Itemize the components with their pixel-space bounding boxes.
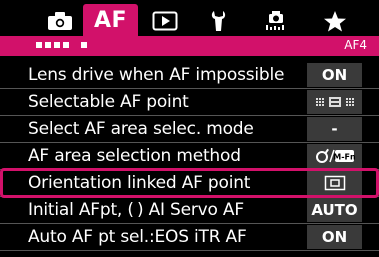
tab-my-menu[interactable] (317, 8, 353, 34)
menu-item-value (307, 171, 362, 195)
menu-item-label: Lens drive when AF impossible (28, 65, 285, 85)
custom-functions-icon (266, 11, 284, 30)
m-fn-button-icon: M-Fn (315, 148, 355, 163)
tab-custom-functions[interactable] (258, 8, 294, 34)
page-dots (36, 42, 87, 48)
menu-item-value: ON (307, 63, 362, 87)
menu-item-value: ON (307, 225, 362, 249)
page-dot (81, 42, 87, 48)
menu-item-value: M-Fn (307, 144, 362, 168)
menu-item-orientation-linked-af-point[interactable]: Orientation linked AF point (0, 168, 379, 198)
menu-item-auto-af-pt-sel[interactable]: Auto AF pt sel.:EOS iTR AF ON (0, 224, 379, 251)
menu-item-selectable-af-point[interactable]: Selectable AF point (0, 89, 379, 116)
page-dot (45, 42, 51, 48)
menu-item-label: Orientation linked AF point (28, 173, 251, 193)
page-dot-current (72, 42, 78, 48)
menu-item-select-af-area-mode[interactable]: Select AF area selec. mode - (0, 116, 379, 143)
menu-item-label: Selectable AF point (28, 92, 189, 112)
af-point-grid-icon (315, 97, 354, 107)
play-icon (152, 11, 178, 31)
menu-item-value: - (307, 117, 362, 141)
menu-item-initial-af-point[interactable]: Initial AFpt, ( ) AI Servo AF AUTO (0, 197, 379, 224)
menu-tab-bar: AF (0, 0, 379, 36)
svg-text:M-Fn: M-Fn (333, 153, 355, 162)
page-code: AF4 (344, 38, 367, 52)
tab-setup[interactable] (204, 8, 234, 34)
page-dot (63, 42, 69, 48)
menu-item-af-area-selection-method[interactable]: AF area selection method M-Fn (0, 143, 379, 170)
camera-icon (48, 12, 72, 30)
menu-item-label: Auto AF pt sel.:EOS iTR AF (28, 227, 247, 247)
tab-af[interactable]: AF (83, 4, 138, 36)
star-icon (324, 11, 346, 32)
single-af-point-icon (324, 175, 345, 191)
page-dot (36, 42, 42, 48)
menu-item-label: AF area selection method (28, 146, 241, 166)
menu-item-label: Select AF area selec. mode (28, 119, 254, 139)
menu-item-value: AUTO (307, 198, 362, 222)
menu-item-lens-drive[interactable]: Lens drive when AF impossible ON (0, 62, 379, 89)
menu-list: Lens drive when AF impossible ON Selecta… (0, 62, 379, 251)
page-dot (54, 42, 60, 48)
menu-item-label: Initial AFpt, ( ) AI Servo AF (28, 200, 244, 220)
tab-shooting[interactable] (42, 8, 78, 34)
wrench-icon (211, 11, 226, 31)
page-indicator-bar: AF4 (0, 36, 379, 56)
menu-item-value (307, 90, 362, 114)
tab-playback[interactable] (147, 8, 183, 34)
tab-af-label: AF (93, 7, 128, 33)
